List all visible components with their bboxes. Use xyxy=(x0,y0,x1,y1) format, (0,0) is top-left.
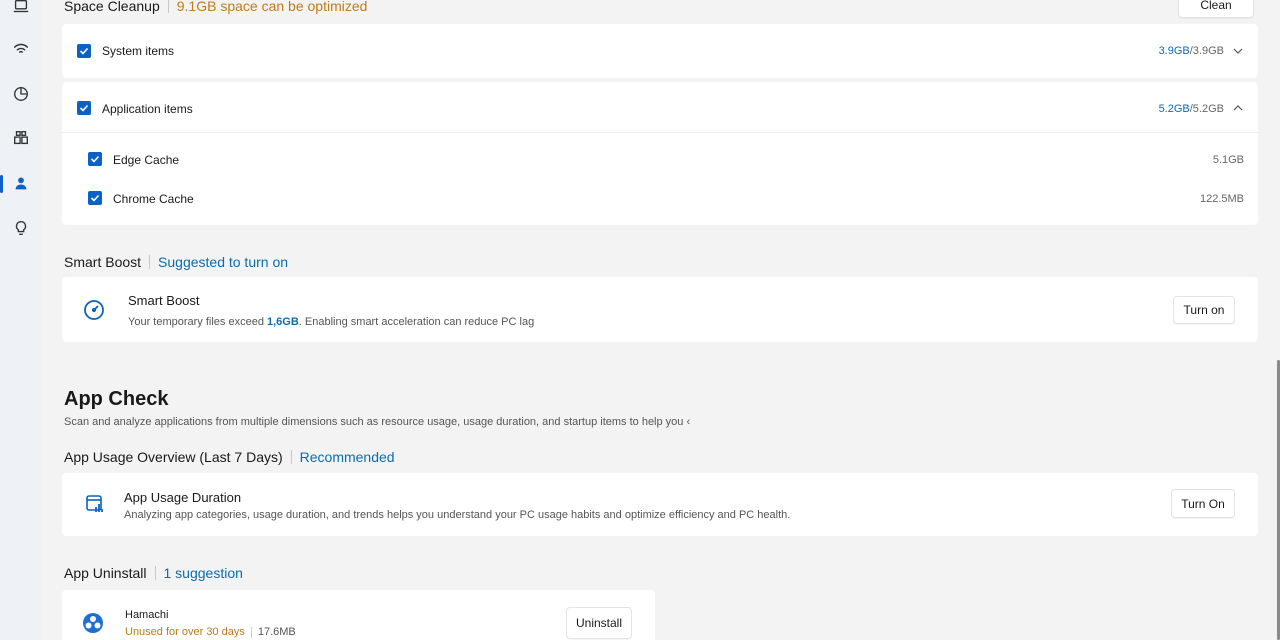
app-uninstall-title: App Uninstall xyxy=(64,565,147,581)
main-content: Space Cleanup 9.1GB space can be optimiz… xyxy=(42,0,1280,640)
chevron-up-icon[interactable] xyxy=(1232,102,1244,114)
lightbulb-icon[interactable] xyxy=(8,215,34,241)
title-separator xyxy=(154,566,156,580)
space-cleanup-heading: Space Cleanup 9.1GB space can be optimiz… xyxy=(64,0,367,14)
smart-boost-desc-pre: Your temporary files exceed xyxy=(128,316,267,328)
app-uninstall-card: Hamachi Unused for over 30 days 17.6MB U… xyxy=(62,590,655,640)
turn-on-smart-boost-button[interactable]: Turn on xyxy=(1173,296,1235,324)
app-usage-card: App Usage Duration Analyzing app categor… xyxy=(62,473,1258,536)
smart-boost-heading: Smart Boost Suggested to turn on xyxy=(64,254,288,270)
smart-boost-card-title: Smart Boost xyxy=(128,293,200,308)
edge-cache-label: Edge Cache xyxy=(113,153,180,167)
application-items-checkbox[interactable] xyxy=(77,101,91,115)
system-items-card: System items 3.9GB/3.9GB xyxy=(62,24,1258,78)
system-items-size: 3.9GB/3.9GB xyxy=(1159,45,1224,57)
usage-chart-icon xyxy=(86,495,103,512)
title-separator xyxy=(167,0,169,13)
app-usage-card-description: Analyzing app categories, usage duration… xyxy=(124,509,791,521)
hamachi-size: 17.6MB xyxy=(257,626,296,638)
app-uninstall-hint: 1 suggestion xyxy=(163,565,243,581)
edge-cache-checkbox[interactable] xyxy=(88,152,102,166)
edge-cache-size: 5.1GB xyxy=(1212,154,1244,166)
app-usage-card-title: App Usage Duration xyxy=(124,490,242,505)
application-items-size: 5.2GB/5.2GB xyxy=(1159,103,1224,115)
hamachi-app-icon xyxy=(83,613,103,633)
smart-boost-desc-post: . Enabling smart acceleration can reduce… xyxy=(298,316,535,328)
divider xyxy=(62,132,1258,133)
active-indicator xyxy=(0,175,3,193)
hamachi-app-name: Hamachi xyxy=(125,609,169,621)
smart-boost-hint: Suggested to turn on xyxy=(158,254,289,270)
apps-icon[interactable] xyxy=(8,125,34,151)
system-items-label: System items xyxy=(102,44,175,58)
speedometer-icon xyxy=(84,300,104,320)
pie-chart-icon[interactable] xyxy=(8,81,34,107)
chevron-down-icon[interactable] xyxy=(1232,45,1244,57)
smart-boost-description: Your temporary files exceed 1,6GB. Enabl… xyxy=(128,316,534,328)
app-usage-overview-title: App Usage Overview (Last 7 Days) xyxy=(64,449,283,465)
smart-boost-section-title: Smart Boost xyxy=(64,254,142,270)
app-uninstall-heading: App Uninstall 1 suggestion xyxy=(64,565,243,581)
system-items-selected: 3.9GB xyxy=(1158,45,1190,57)
meta-separator xyxy=(250,626,252,638)
smart-boost-desc-value: 1,6GB xyxy=(267,316,299,328)
app-usage-overview-hint: Recommended xyxy=(299,449,395,465)
laptop-icon[interactable] xyxy=(8,0,34,20)
application-items-total: /5.2GB xyxy=(1189,103,1224,115)
app-check-title: App Check xyxy=(64,388,169,410)
sidebar xyxy=(0,0,42,640)
system-items-checkbox[interactable] xyxy=(77,44,91,58)
application-items-label: Application items xyxy=(102,102,193,116)
app-usage-overview-heading: App Usage Overview (Last 7 Days) Recomme… xyxy=(64,449,395,465)
hamachi-app-meta: Unused for over 30 days 17.6MB xyxy=(125,626,296,638)
application-items-selected: 5.2GB xyxy=(1158,103,1190,115)
application-items-card: Application items 5.2GB/5.2GB Edge Cache… xyxy=(62,82,1258,225)
space-cleanup-subtitle: 9.1GB space can be optimized xyxy=(176,0,368,14)
chrome-cache-size: 122.5MB xyxy=(1199,193,1244,205)
title-separator xyxy=(149,255,151,269)
app-check-description: Scan and analyze applications from multi… xyxy=(64,416,691,428)
turn-on-app-usage-button[interactable]: Turn On xyxy=(1171,489,1235,518)
system-items-total: /3.9GB xyxy=(1189,45,1224,57)
smart-boost-card: Smart Boost Your temporary files exceed … xyxy=(62,277,1258,342)
wifi-icon[interactable] xyxy=(8,35,34,61)
chrome-cache-checkbox[interactable] xyxy=(88,191,102,205)
space-cleanup-title: Space Cleanup xyxy=(64,0,160,14)
uninstall-button[interactable]: Uninstall xyxy=(566,607,632,639)
cleanup-person-icon[interactable] xyxy=(8,171,34,197)
hamachi-status: Unused for over 30 days xyxy=(125,626,245,638)
clean-button[interactable]: Clean xyxy=(1178,0,1254,18)
chrome-cache-label: Chrome Cache xyxy=(113,192,194,206)
title-separator xyxy=(290,450,292,464)
